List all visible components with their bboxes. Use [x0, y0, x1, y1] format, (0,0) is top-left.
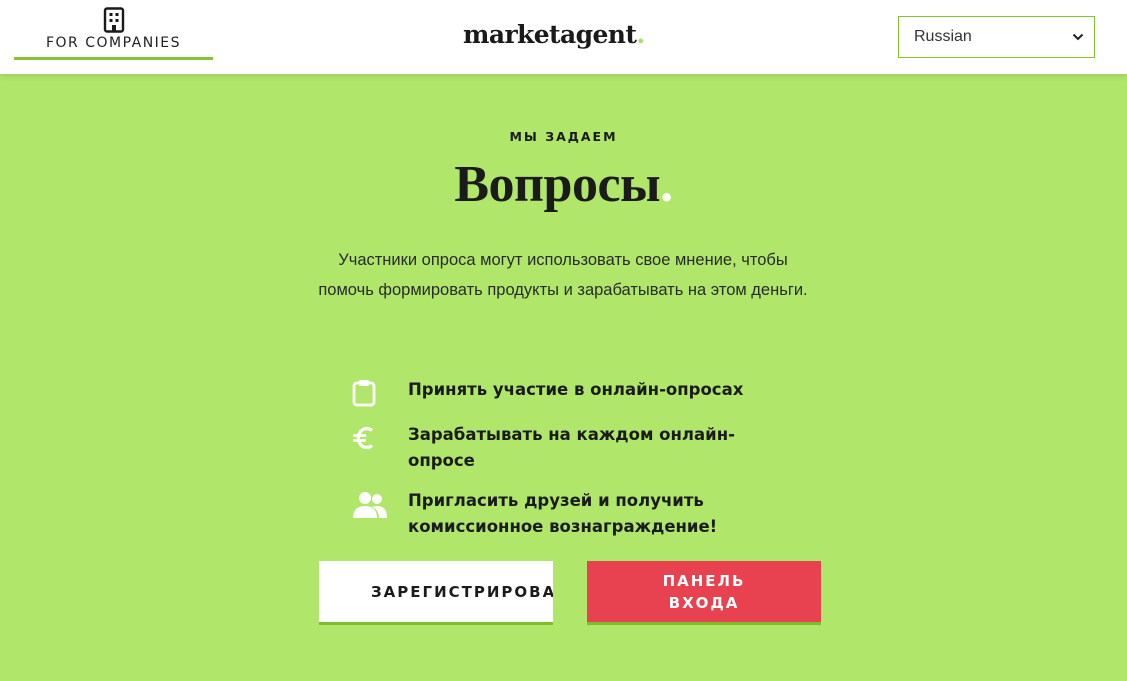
marketagent-logo[interactable]: marketagent. [463, 20, 645, 49]
users-icon [353, 492, 387, 518]
feature-text: Зарабатывать на каждом онлайн-опросе [408, 425, 735, 470]
logo-dot: . [636, 20, 645, 49]
hero-description: Участники опроса могут использовать свое… [318, 251, 808, 299]
chevron-down-icon [1072, 33, 1084, 41]
feature-item-invite: Пригласить друзей и получить комиссионно… [352, 488, 782, 540]
language-selected-value: Russian [914, 28, 972, 45]
headline-dot: . [660, 156, 673, 213]
logo-text: marketagent [463, 20, 637, 49]
for-companies-link[interactable]: FOR COMPANIES [14, 0, 213, 60]
feature-text: Принять участие в онлайн-опросах [408, 380, 744, 399]
feature-item-surveys: Принять участие в онлайн-опросах [352, 377, 782, 412]
login-panel-button[interactable]: ПАНЕЛЬ ВХОДА [587, 561, 821, 625]
language-select[interactable]: Russian [898, 16, 1095, 58]
feature-item-earn: Зарабатывать на каждом онлайн-опросе [352, 422, 782, 474]
headline-text: Вопросы [454, 156, 661, 213]
hero-headline: Вопросы. [0, 155, 1127, 214]
building-icon [103, 7, 124, 33]
register-button[interactable]: ЗАРЕГИСТРИРОВАТЬСЯ [319, 561, 553, 625]
clipboard-icon [352, 380, 376, 407]
for-companies-label: FOR COMPANIES [45, 35, 182, 51]
euro-icon [353, 426, 374, 450]
feature-text: Пригласить друзей и получить комиссионно… [408, 491, 718, 536]
hero-eyebrow: МЫ ЗАДАЕМ [509, 129, 618, 144]
top-header: FOR COMPANIES marketagent. Russian [0, 0, 1127, 74]
